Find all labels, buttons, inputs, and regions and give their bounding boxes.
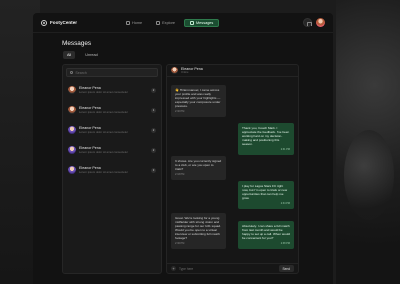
message-text: Absolutely. I can share a full match fro… — [242, 224, 290, 241]
message-outgoing: Absolutely. I can share a full match fro… — [238, 221, 294, 249]
unread-badge: 1 — [151, 107, 156, 113]
home-icon — [126, 20, 130, 25]
message-composer: + Send — [167, 263, 298, 273]
top-right-actions — [303, 18, 325, 27]
avatar — [68, 146, 76, 154]
message-incoming: Great. We're looking for a young midfiel… — [171, 213, 226, 250]
unread-badge: 2 — [151, 87, 156, 93]
main-nav: Home Explore Messages — [121, 18, 220, 27]
message-time: 2:30 PM — [175, 109, 185, 113]
message-text: I play for Lagos Stars FC right now, but… — [242, 184, 288, 201]
search-input[interactable] — [75, 70, 146, 75]
background-right — [336, 0, 400, 284]
avatar — [68, 106, 76, 114]
nav-messages-label: Messages — [196, 20, 214, 25]
avatar — [68, 126, 76, 134]
message-incoming: 👋 Hi Emmanuel, I came across your profil… — [171, 85, 226, 118]
unread-badge: 2 — [151, 147, 156, 153]
filter-unread[interactable]: Unread — [81, 51, 101, 59]
message-time: 2:31 PM — [280, 147, 290, 151]
conversation-list: Eleanor Pena Lorem ipsum dolor sit amet … — [62, 64, 162, 274]
avatar — [68, 166, 76, 174]
compass-icon — [156, 20, 161, 25]
message-text: Great. We're looking for a young midfiel… — [175, 216, 221, 241]
brand[interactable]: FootyCenter — [41, 19, 121, 26]
avatar — [68, 86, 76, 94]
search-icon — [70, 70, 74, 75]
conversation-preview: Lorem ipsum dolor sit amet consectetur — [79, 110, 128, 114]
nav-messages[interactable]: Messages — [184, 18, 220, 27]
conversation-item[interactable]: Eleanor Pena Lorem ipsum dolor sit amet … — [66, 103, 158, 117]
message-input[interactable] — [179, 266, 276, 271]
page-title: Messages — [62, 40, 92, 47]
message-incoming: It shows. Are you currently signed to a … — [171, 156, 226, 180]
nav-explore[interactable]: Explore — [151, 19, 180, 27]
conversation-preview: Lorem ipsum dolor sit amet consectetur — [79, 170, 128, 174]
message-time: 2:33 PM — [175, 172, 185, 176]
message-icon — [190, 20, 195, 25]
nav-explore-label: Explore — [162, 20, 176, 25]
search-box — [66, 68, 158, 77]
message-text: Thank you, Coach Mark. I appreciate the … — [242, 126, 290, 147]
chat-contact-status: Online — [181, 71, 189, 74]
unread-badge: 3 — [151, 167, 156, 173]
conversation-item[interactable]: Eleanor Pena Lorem ipsum dolor sit amet … — [66, 163, 158, 177]
filter-all[interactable]: All — [63, 51, 76, 59]
nav-home[interactable]: Home — [121, 19, 147, 27]
conversation-item[interactable]: Eleanor Pena Lorem ipsum dolor sit amet … — [66, 83, 158, 97]
conversation-item[interactable]: Eleanor Pena Lorem ipsum dolor sit amet … — [66, 123, 158, 137]
message-thread: 👋 Hi Emmanuel, I came across your profil… — [167, 77, 298, 265]
message-time: 2:38 PM — [280, 241, 290, 245]
chat-header: Eleanor Pena Online — [167, 65, 298, 77]
bell-icon[interactable] — [303, 18, 312, 27]
message-time: 2:36 PM — [175, 242, 185, 246]
brand-name: FootyCenter — [50, 20, 78, 25]
message-text: 👋 Hi Emmanuel, I came across your profil… — [175, 88, 221, 109]
user-avatar[interactable] — [316, 18, 325, 27]
nav-home-label: Home — [132, 20, 143, 25]
page-header: Messages — [62, 40, 91, 47]
conversation-preview: Lorem ipsum dolor sit amet consectetur — [79, 130, 128, 134]
message-text: It shows. Are you currently signed to a … — [175, 159, 222, 172]
conversation-item[interactable]: Eleanor Pena Lorem ipsum dolor sit amet … — [66, 143, 158, 157]
unread-badge: 2 — [151, 127, 156, 133]
football-logo-icon — [41, 19, 47, 26]
conversation-preview: Lorem ipsum dolor sit amet consectetur — [79, 150, 128, 154]
conversation-preview: Lorem ipsum dolor sit amet consectetur — [79, 90, 128, 94]
avatar — [171, 67, 178, 74]
add-attachment-icon[interactable]: + — [171, 266, 176, 271]
send-button[interactable]: Send — [278, 265, 294, 272]
message-outgoing: Thank you, Coach Mark. I appreciate the … — [238, 123, 294, 156]
chat-panel: Eleanor Pena Online 👋 Hi Emmanuel, I cam… — [166, 64, 299, 274]
message-outgoing: I play for Lagos Stars FC right now, but… — [238, 181, 294, 209]
message-filters: All Unread — [63, 51, 102, 59]
message-time: 2:34 PM — [280, 201, 290, 205]
top-bar: FootyCenter Home Explore Messages — [33, 13, 333, 33]
